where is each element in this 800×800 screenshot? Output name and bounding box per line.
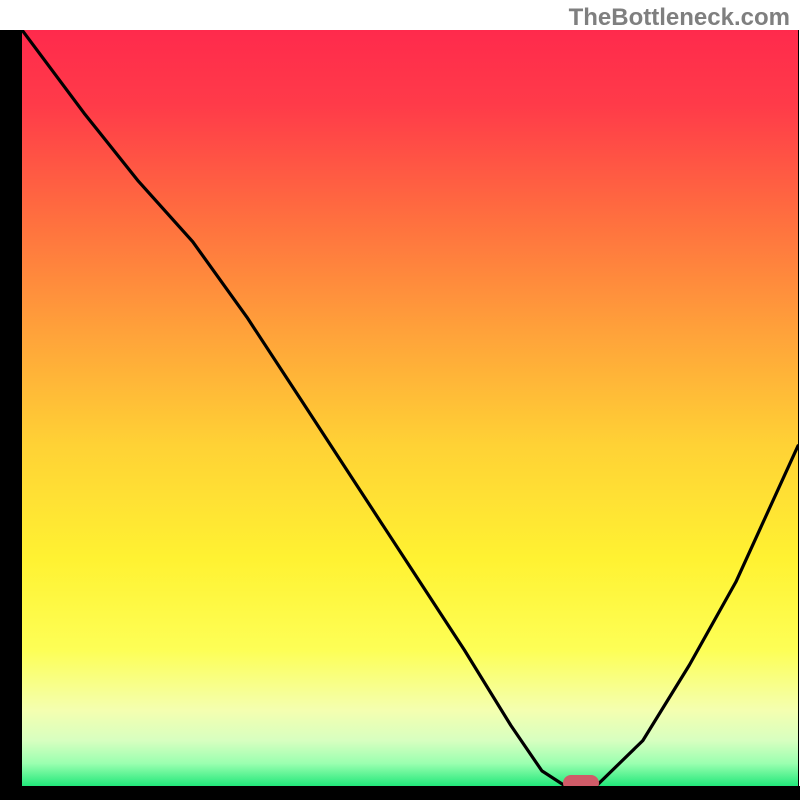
bottleneck-curve [22,30,798,786]
x-axis-bar [0,786,800,800]
plot-area [22,30,798,786]
watermark-text: TheBottleneck.com [569,4,790,32]
bottleneck-chart: TheBottleneck.com [0,0,800,800]
optimal-point-marker [563,775,599,786]
